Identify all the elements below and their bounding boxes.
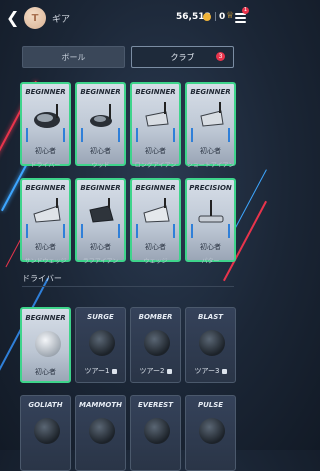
club-level: 初心者 bbox=[145, 147, 166, 155]
driver-card-mammoth[interactable]: MAMMOTH bbox=[75, 395, 126, 471]
iron-club-icon bbox=[145, 102, 169, 127]
driver-card-pulse[interactable]: PULSE bbox=[185, 395, 236, 471]
driver-card-everest[interactable]: EVEREST bbox=[130, 395, 181, 471]
club-tier: BEGINNER bbox=[80, 88, 121, 96]
avatar-letter: T bbox=[31, 12, 39, 24]
gear-tabs: ボール クラブ 3 bbox=[22, 46, 234, 68]
club-label-wedge: ウェッジ bbox=[143, 258, 168, 265]
driver-level: ツアー1 bbox=[84, 367, 110, 375]
driver-tier: BOMBER bbox=[138, 313, 173, 321]
club-card-rough-iron[interactable]: BEGINNER 初心者 bbox=[75, 178, 126, 262]
tab-club-label: クラブ bbox=[170, 52, 195, 62]
top-bar: ❮ T ギア 56,513 | 0 ♕ 1 bbox=[0, 0, 254, 36]
club-label-driver: ドライバー bbox=[30, 162, 61, 169]
club-card-wedge[interactable]: BEGINNER 初心者 bbox=[130, 178, 181, 262]
driver-head-icon bbox=[199, 330, 225, 356]
driver-tier: BLAST bbox=[197, 313, 224, 321]
tab-ball-label: ボール bbox=[61, 52, 86, 62]
driver-card-bomber[interactable]: BOMBER ツアー2 bbox=[130, 307, 181, 383]
driver-card-beginner[interactable]: BEGINNER 初心者 bbox=[20, 307, 71, 383]
driver-level-row: ツアー2 bbox=[131, 366, 180, 376]
lock-icon bbox=[166, 368, 172, 374]
driver-tier: GOLIATH bbox=[28, 401, 63, 409]
club-level: 初心者 bbox=[35, 147, 56, 155]
notification-badge: 1 bbox=[242, 7, 249, 14]
club-set-grid-2: BEGINNER 初心者 BEGINNER 初心者 BEGINNER 初心者 P… bbox=[20, 178, 236, 262]
driver-tier: MAMMOTH bbox=[79, 401, 122, 409]
stat-divider: | bbox=[214, 12, 218, 22]
club-set-grid-1: BEGINNER 初心者 BEGINNER 初心者 BEGINNER 初心者 B… bbox=[20, 82, 236, 166]
club-level: 初心者 bbox=[35, 243, 56, 251]
driver-head-icon bbox=[35, 331, 61, 357]
club-tier: BEGINNER bbox=[135, 184, 176, 192]
driver-tier: SURGE bbox=[87, 313, 114, 321]
wedge-club-icon bbox=[33, 198, 61, 223]
driver-head-icon bbox=[199, 418, 225, 444]
trophy-count: 0 bbox=[219, 12, 226, 22]
driver-card-surge[interactable]: SURGE ツアー1 bbox=[75, 307, 126, 383]
driver-grid-2: GOLIATH MAMMOTH EVEREST PULSE bbox=[20, 395, 236, 471]
club-card-long-iron[interactable]: BEGINNER 初心者 bbox=[130, 82, 181, 166]
menu-icon[interactable] bbox=[235, 13, 246, 25]
tab-club[interactable]: クラブ 3 bbox=[131, 46, 234, 68]
club-label-wood: ウッド bbox=[91, 162, 110, 169]
coin-icon bbox=[203, 13, 211, 21]
driver-head-icon bbox=[89, 418, 115, 444]
driver-level-row: ツアー1 bbox=[76, 366, 125, 376]
driver-head-icon bbox=[34, 418, 60, 444]
club-tier: BEGINNER bbox=[80, 184, 121, 192]
lock-icon bbox=[111, 368, 117, 374]
driver-level: 初心者 bbox=[35, 368, 56, 376]
driver-card-blast[interactable]: BLAST ツアー3 bbox=[185, 307, 236, 383]
club-tier: BEGINNER bbox=[25, 88, 66, 96]
tab-ball[interactable]: ボール bbox=[22, 46, 125, 68]
wood-club-icon bbox=[90, 104, 112, 127]
driver-card-goliath[interactable]: GOLIATH bbox=[20, 395, 71, 471]
club-tier: BEGINNER bbox=[135, 88, 176, 96]
club-card-short-iron[interactable]: BEGINNER 初心者 bbox=[185, 82, 236, 166]
avatar[interactable]: T bbox=[24, 7, 46, 29]
club-card-driver[interactable]: BEGINNER 初心者 bbox=[20, 82, 71, 166]
driver-tier: EVEREST bbox=[138, 401, 173, 409]
club-level: 初心者 bbox=[200, 147, 221, 155]
driver-tier: PULSE bbox=[197, 401, 224, 409]
club-card-putter[interactable]: PRECISION 初心者 bbox=[185, 178, 236, 262]
trophy-icon: ♕ bbox=[226, 11, 235, 21]
club-level: 初心者 bbox=[90, 147, 111, 155]
iron-club-icon bbox=[89, 198, 114, 223]
page-title: ギア bbox=[52, 15, 71, 25]
driver-level: ツアー3 bbox=[194, 367, 220, 375]
club-badge: 3 bbox=[216, 52, 225, 61]
lock-icon bbox=[221, 368, 227, 374]
driver-grid-1: BEGINNER 初心者 SURGE ツアー1 BOMBER ツアー2 BLAS… bbox=[20, 307, 236, 383]
club-label-short-iron: ショートアイアン bbox=[186, 162, 235, 169]
club-level: 初心者 bbox=[145, 243, 166, 251]
driver-club-icon bbox=[34, 104, 60, 128]
section-title: ドライバー bbox=[22, 274, 62, 283]
section-divider bbox=[22, 286, 234, 287]
club-tier: BEGINNER bbox=[190, 88, 231, 96]
club-label-rough-iron: ラフアイアン bbox=[82, 258, 119, 265]
club-label-putter: パター bbox=[201, 258, 220, 265]
driver-head-icon bbox=[89, 330, 115, 356]
putter-club-icon bbox=[198, 200, 224, 223]
club-level: 初心者 bbox=[200, 243, 221, 251]
wedge-club-icon bbox=[143, 198, 170, 223]
back-arrow-icon[interactable]: ❮ bbox=[6, 9, 20, 27]
club-label-sand-wedge: サンドウェッジ bbox=[24, 258, 67, 265]
club-label-long-iron: ロングアイアン bbox=[134, 162, 177, 169]
driver-head-icon bbox=[144, 330, 170, 356]
club-tier: PRECISION bbox=[189, 184, 232, 192]
driver-level-row: ツアー3 bbox=[186, 366, 235, 376]
driver-head-icon bbox=[144, 418, 170, 444]
driver-level: ツアー2 bbox=[139, 367, 165, 375]
iron-club-icon bbox=[200, 102, 224, 127]
club-level: 初心者 bbox=[90, 243, 111, 251]
club-card-wood[interactable]: BEGINNER 初心者 bbox=[75, 82, 126, 166]
club-card-sand-wedge[interactable]: BEGINNER 初心者 bbox=[20, 178, 71, 262]
club-tier: BEGINNER bbox=[25, 184, 66, 192]
driver-tier: BEGINNER bbox=[25, 314, 66, 322]
